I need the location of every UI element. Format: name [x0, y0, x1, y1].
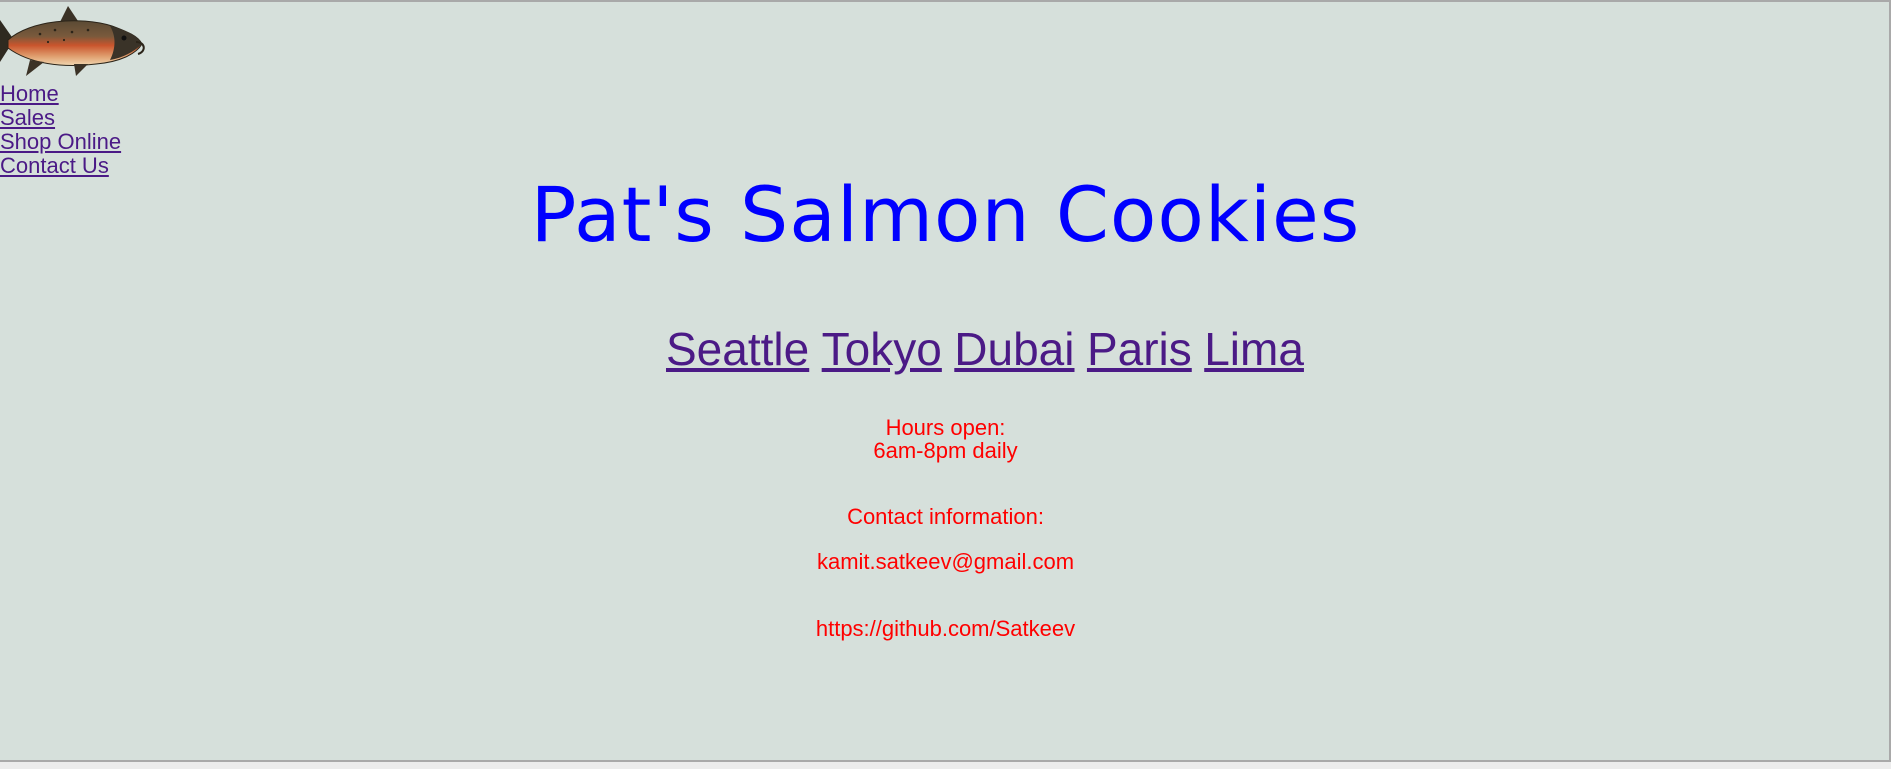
window-bottom-strip: [0, 762, 1891, 769]
nav-link-shop-online[interactable]: Shop Online: [0, 130, 121, 154]
page-title: Pat's Salmon Cookies: [0, 170, 1891, 259]
nav-link-sales[interactable]: Sales: [0, 106, 121, 130]
contact-email: kamit.satkeev@gmail.com: [816, 549, 1075, 574]
nav-link-home[interactable]: Home: [0, 82, 121, 106]
contact-label: Contact information:: [847, 504, 1044, 529]
city-link-lima[interactable]: Lima: [1204, 323, 1304, 375]
hours-value: 6am-8pm daily: [873, 438, 1018, 463]
city-link-dubai[interactable]: Dubai: [954, 323, 1074, 375]
hours-label: Hours open:: [885, 415, 1006, 440]
hours-block: Hours open: 6am-8pm daily: [0, 416, 1891, 462]
page-title-text: Pat's Salmon Cookies: [530, 170, 1361, 259]
contact-github: https://github.com/Satkeev: [815, 616, 1076, 641]
site-nav: Home Sales Shop Online Contact Us: [0, 82, 121, 178]
window-top-border: [0, 0, 1891, 2]
city-link-seattle[interactable]: Seattle: [666, 323, 809, 375]
city-link-tokyo[interactable]: Tokyo: [822, 323, 942, 375]
city-link-paris[interactable]: Paris: [1087, 323, 1192, 375]
city-links: Seattle Tokyo Dubai Paris Lima: [666, 322, 1312, 376]
salmon-fish-icon: [0, 6, 145, 76]
